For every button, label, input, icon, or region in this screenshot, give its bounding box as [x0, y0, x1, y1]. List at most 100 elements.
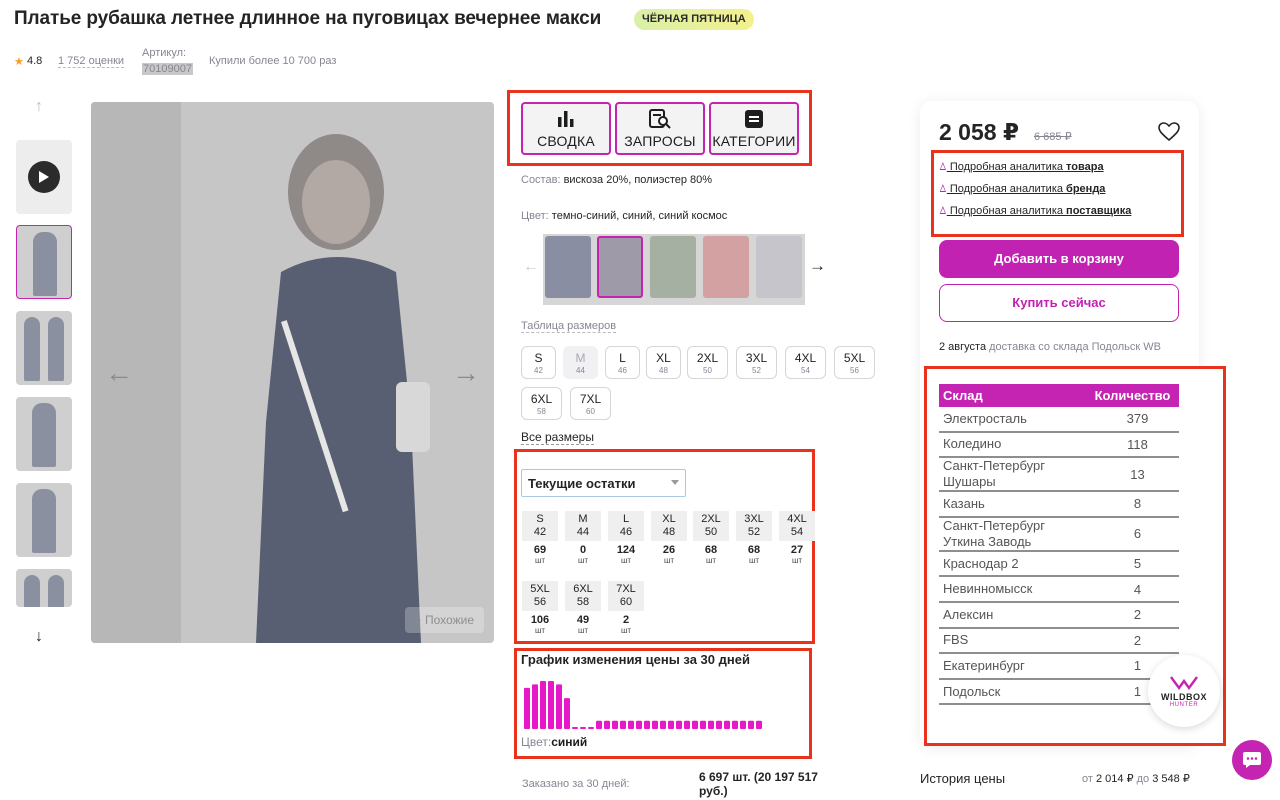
link-bold: поставщика	[1066, 205, 1132, 217]
orders-label: Заказано за 30 дней:	[522, 778, 630, 790]
add-to-cart-button[interactable]: Добавить в корзину	[939, 240, 1179, 278]
size-button[interactable]: XL 48	[646, 346, 681, 379]
link-text: Подробная аналитика	[946, 183, 1067, 195]
chart-bar[interactable]	[684, 720, 690, 729]
chart-bar[interactable]	[564, 698, 570, 729]
color-next-arrow-icon[interactable]: →	[809, 256, 826, 276]
video-thumbnail[interactable]	[16, 140, 72, 214]
thumbnail[interactable]	[16, 483, 72, 557]
play-icon	[28, 161, 60, 193]
article-value[interactable]: 70109007	[142, 63, 193, 75]
chart-bar[interactable]	[724, 720, 730, 729]
chart-bar[interactable]	[732, 720, 738, 729]
chart-bar[interactable]	[636, 720, 642, 729]
color-variant[interactable]	[650, 236, 696, 298]
size-number: 44	[576, 365, 585, 375]
stock-unit: шт	[534, 556, 546, 565]
size-button[interactable]: 5XL 56	[834, 346, 875, 379]
color-variant[interactable]	[545, 236, 591, 298]
thumb-down-arrow-icon[interactable]: ↓	[35, 628, 43, 646]
similar-button[interactable]: ⌕ Похожие	[404, 607, 484, 633]
heart-icon[interactable]	[1158, 122, 1180, 142]
thumb-up-arrow-icon[interactable]: ↑	[35, 98, 43, 116]
reviews-link[interactable]: 1 752 оценки	[58, 55, 125, 68]
tab-categories[interactable]: КАТЕГОРИИ	[709, 102, 799, 155]
price: 2 058 ₽	[939, 119, 1019, 145]
all-sizes-link[interactable]: Все размеры	[521, 430, 594, 445]
chart-bar[interactable]	[588, 726, 594, 729]
size-button[interactable]: 7XL 60	[570, 387, 611, 420]
size-table-link[interactable]: Таблица размеров	[521, 320, 617, 333]
warehouse-name: Санкт-Петербург Шушары	[943, 458, 1045, 490]
warehouse-table: Склад Количество Электросталь 379 Коледино…	[939, 384, 1179, 706]
stock-mode-select[interactable]: Текущие остатки	[521, 469, 686, 497]
chart-bar[interactable]	[740, 720, 746, 729]
tab-queries[interactable]: ЗАПРОСЫ	[615, 102, 705, 155]
warehouse-name: Коледино	[943, 436, 1002, 452]
thumbnail[interactable]	[16, 311, 72, 385]
chart-bar[interactable]	[644, 720, 650, 729]
size-button[interactable]: 4XL 54	[785, 346, 826, 379]
price-history-label[interactable]: История цены	[920, 771, 1005, 786]
size-number: 58	[537, 406, 546, 416]
warehouse-name: Санкт-Петербург Уткина Заводь	[943, 517, 1045, 549]
color-prev-arrow-icon[interactable]: ←	[523, 258, 539, 276]
thumbnail[interactable]	[16, 397, 72, 471]
chart-bar[interactable]	[532, 684, 538, 729]
chat-button[interactable]	[1232, 740, 1272, 780]
size-button[interactable]: 2XL 50	[687, 346, 728, 379]
wildbox-logo-icon	[1170, 676, 1198, 691]
chart-bar[interactable]	[708, 720, 714, 729]
size-button[interactable]: 6XL 58	[521, 387, 562, 420]
article-label: Артикул:	[142, 47, 187, 59]
chart-bar[interactable]	[572, 726, 578, 729]
chart-bar[interactable]	[620, 720, 626, 729]
warehouse-qty: 2	[1133, 607, 1142, 623]
next-image-arrow-icon[interactable]: →	[452, 357, 480, 389]
chart-bar[interactable]	[580, 726, 586, 729]
chart-bar[interactable]	[748, 720, 754, 729]
chart-bar[interactable]	[668, 720, 674, 729]
size-number: 52	[752, 365, 761, 375]
color-variant[interactable]	[756, 236, 802, 298]
chart-bar[interactable]	[692, 720, 698, 729]
tab-summary[interactable]: СВОДКА	[521, 102, 611, 155]
thumbnail[interactable]	[16, 569, 72, 607]
chart-bar[interactable]	[716, 720, 722, 729]
color-value: темно-синий, синий, синий космос	[551, 210, 728, 222]
chart-bar[interactable]	[660, 720, 666, 729]
product-main-image[interactable]: ← → ⌕ Похожие	[91, 102, 494, 643]
wildbox-hunter-badge[interactable]: WILDBOX HUNTER	[1148, 655, 1220, 727]
stock-unit: шт	[577, 626, 589, 635]
color-variant[interactable]	[597, 236, 643, 298]
chart-bar[interactable]	[596, 720, 602, 729]
analytics-brand-link[interactable]: ꕔ Подробная аналитика бренда	[939, 183, 1105, 196]
stock-unit: шт	[705, 556, 717, 565]
analytics-supplier-link[interactable]: ꕔ Подробная аналитика поставщика	[939, 205, 1139, 218]
thumbnail[interactable]	[16, 225, 72, 299]
size-button[interactable]: M 44	[563, 346, 598, 379]
size-label: XL	[656, 350, 671, 365]
chart-bar[interactable]	[676, 720, 682, 729]
chart-bar[interactable]	[540, 681, 546, 729]
color-variant[interactable]	[703, 236, 749, 298]
chart-bar[interactable]	[756, 720, 762, 729]
prev-image-arrow-icon[interactable]: ←	[105, 357, 133, 389]
chart-bar[interactable]	[652, 720, 658, 729]
chart-bar[interactable]	[556, 684, 562, 729]
chart-bar[interactable]	[628, 720, 634, 729]
chart-bar[interactable]	[604, 720, 610, 729]
chart-bar[interactable]	[548, 681, 554, 729]
size-button[interactable]: 3XL 52	[736, 346, 777, 379]
chart-caption-value: синий	[551, 735, 588, 749]
stock-cell: 4XL 54 27 шт	[779, 511, 815, 565]
analytics-product-link[interactable]: ꕔ Подробная аналитика товара	[939, 161, 1104, 174]
size-button[interactable]: L 46	[605, 346, 640, 379]
col-warehouse: Склад	[943, 388, 983, 403]
chart-bar[interactable]	[612, 720, 618, 729]
size-label: 3XL	[745, 350, 768, 365]
buy-now-button[interactable]: Купить сейчас	[939, 284, 1179, 322]
chart-bar[interactable]	[700, 720, 706, 729]
chart-bar[interactable]	[524, 687, 530, 729]
size-button[interactable]: S 42	[521, 346, 556, 379]
